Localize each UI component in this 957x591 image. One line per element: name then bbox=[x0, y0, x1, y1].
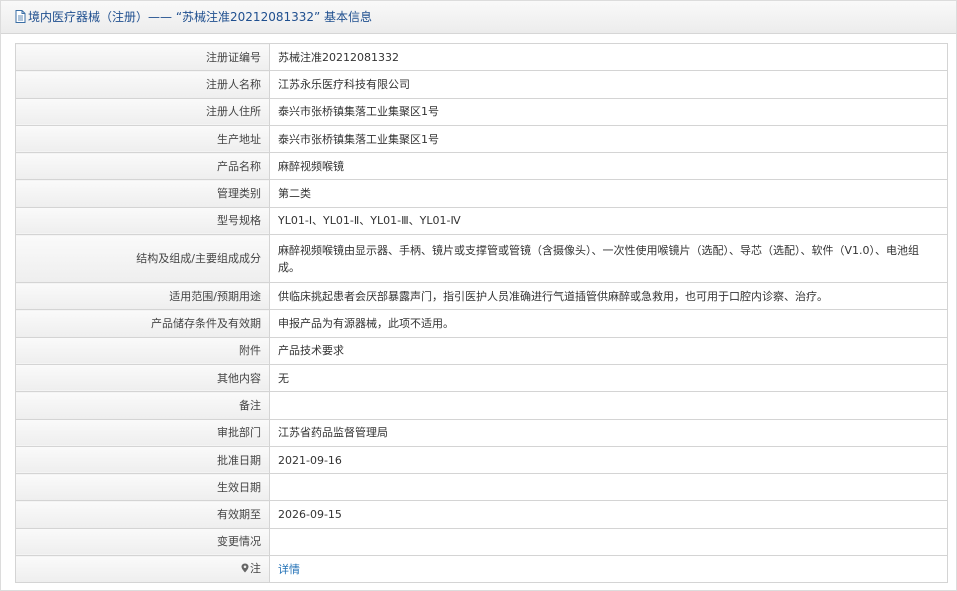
table-row: 变更情况 bbox=[15, 527, 948, 557]
field-value: 江苏省药品监督管理局 bbox=[269, 418, 948, 447]
field-value: YL01-Ⅰ、YL01-Ⅱ、YL01-Ⅲ、YL01-Ⅳ bbox=[269, 206, 948, 236]
table-row: 产品储存条件及有效期 申报产品为有源器械，此项不适用。 bbox=[15, 309, 948, 338]
table-row: 审批部门 江苏省药品监督管理局 bbox=[15, 418, 948, 447]
table-row: 备注 bbox=[15, 391, 948, 420]
table-row: 生产地址 泰兴市张桥镇集落工业集聚区1号 bbox=[15, 124, 948, 154]
field-label: 生产地址 bbox=[15, 124, 270, 154]
field-label: 批准日期 bbox=[15, 445, 270, 475]
field-label: 其他内容 bbox=[15, 363, 270, 393]
table-row: 注册人住所 泰兴市张桥镇集落工业集聚区1号 bbox=[15, 97, 948, 126]
field-value: 泰兴市张桥镇集落工业集聚区1号 bbox=[269, 97, 948, 126]
note-label-cell: 注 bbox=[15, 555, 270, 584]
table-row: 批准日期 2021-09-16 bbox=[15, 445, 948, 475]
field-label: 审批部门 bbox=[15, 418, 270, 447]
field-value bbox=[269, 473, 948, 502]
field-value bbox=[269, 391, 948, 420]
field-label: 有效期至 bbox=[15, 500, 270, 529]
field-label: 产品名称 bbox=[15, 152, 270, 181]
field-value bbox=[269, 527, 948, 557]
field-value: 泰兴市张桥镇集落工业集聚区1号 bbox=[269, 124, 948, 154]
field-value: 供临床挑起患者会厌部暴露声门，指引医护人员准确进行气道插管供麻醉或急救用，也可用… bbox=[269, 282, 948, 311]
field-label: 注册人名称 bbox=[15, 70, 270, 99]
note-value-cell: 详情 bbox=[269, 555, 948, 584]
field-value: 2021-09-16 bbox=[269, 445, 948, 475]
table-row: 适用范围/预期用途 供临床挑起患者会厌部暴露声门，指引医护人员准确进行气道插管供… bbox=[15, 282, 948, 311]
table-row: 有效期至 2026-09-15 bbox=[15, 500, 948, 529]
detail-panel: 境内医疗器械（注册）—— “苏械注准20212081332” 基本信息 注册证编… bbox=[0, 0, 957, 591]
field-label: 型号规格 bbox=[15, 206, 270, 236]
table-row: 管理类别 第二类 bbox=[15, 179, 948, 208]
table-row: 注册证编号 苏械注准20212081332 bbox=[15, 42, 948, 72]
field-value: 苏械注准20212081332 bbox=[269, 42, 948, 72]
field-label: 生效日期 bbox=[15, 473, 270, 502]
field-value: 麻醉视频喉镜由显示器、手柄、镜片或支撑管或管镜（含摄像头）、一次性使用喉镜片（选… bbox=[269, 234, 948, 284]
field-value: 江苏永乐医疗科技有限公司 bbox=[269, 70, 948, 99]
page-title: 境内医疗器械（注册）—— “苏械注准20212081332” 基本信息 bbox=[28, 10, 373, 24]
field-label: 结构及组成/主要组成成分 bbox=[15, 234, 270, 284]
field-value: 申报产品为有源器械，此项不适用。 bbox=[269, 309, 948, 338]
field-value: 第二类 bbox=[269, 179, 948, 208]
document-icon bbox=[15, 3, 26, 35]
field-label: 备注 bbox=[15, 391, 270, 420]
info-table: 注册证编号 苏械注准20212081332 注册人名称 江苏永乐医疗科技有限公司… bbox=[15, 42, 948, 584]
field-value: 无 bbox=[269, 363, 948, 393]
table-row: 生效日期 bbox=[15, 473, 948, 502]
field-label: 附件 bbox=[15, 336, 270, 365]
table-row: 产品名称 麻醉视频喉镜 bbox=[15, 152, 948, 181]
table-row: 其他内容 无 bbox=[15, 363, 948, 393]
field-label: 变更情况 bbox=[15, 527, 270, 557]
field-label: 适用范围/预期用途 bbox=[15, 282, 270, 311]
field-label: 注册人住所 bbox=[15, 97, 270, 126]
field-value: 产品技术要求 bbox=[269, 336, 948, 365]
table-row: 结构及组成/主要组成成分 麻醉视频喉镜由显示器、手柄、镜片或支撑管或管镜（含摄像… bbox=[15, 234, 948, 284]
field-label: 注册证编号 bbox=[15, 42, 270, 72]
note-label: 注 bbox=[250, 562, 261, 576]
pin-icon bbox=[241, 561, 249, 578]
table-row: 附件 产品技术要求 bbox=[15, 336, 948, 365]
table-row: 型号规格 YL01-Ⅰ、YL01-Ⅱ、YL01-Ⅲ、YL01-Ⅳ bbox=[15, 206, 948, 236]
detail-link[interactable]: 详情 bbox=[278, 563, 300, 576]
field-value: 麻醉视频喉镜 bbox=[269, 152, 948, 181]
field-value: 2026-09-15 bbox=[269, 500, 948, 529]
page-header: 境内医疗器械（注册）—— “苏械注准20212081332” 基本信息 bbox=[1, 1, 956, 34]
table-row-note: 注 详情 bbox=[15, 555, 948, 584]
field-label: 产品储存条件及有效期 bbox=[15, 309, 270, 338]
table-row: 注册人名称 江苏永乐医疗科技有限公司 bbox=[15, 70, 948, 99]
field-label: 管理类别 bbox=[15, 179, 270, 208]
